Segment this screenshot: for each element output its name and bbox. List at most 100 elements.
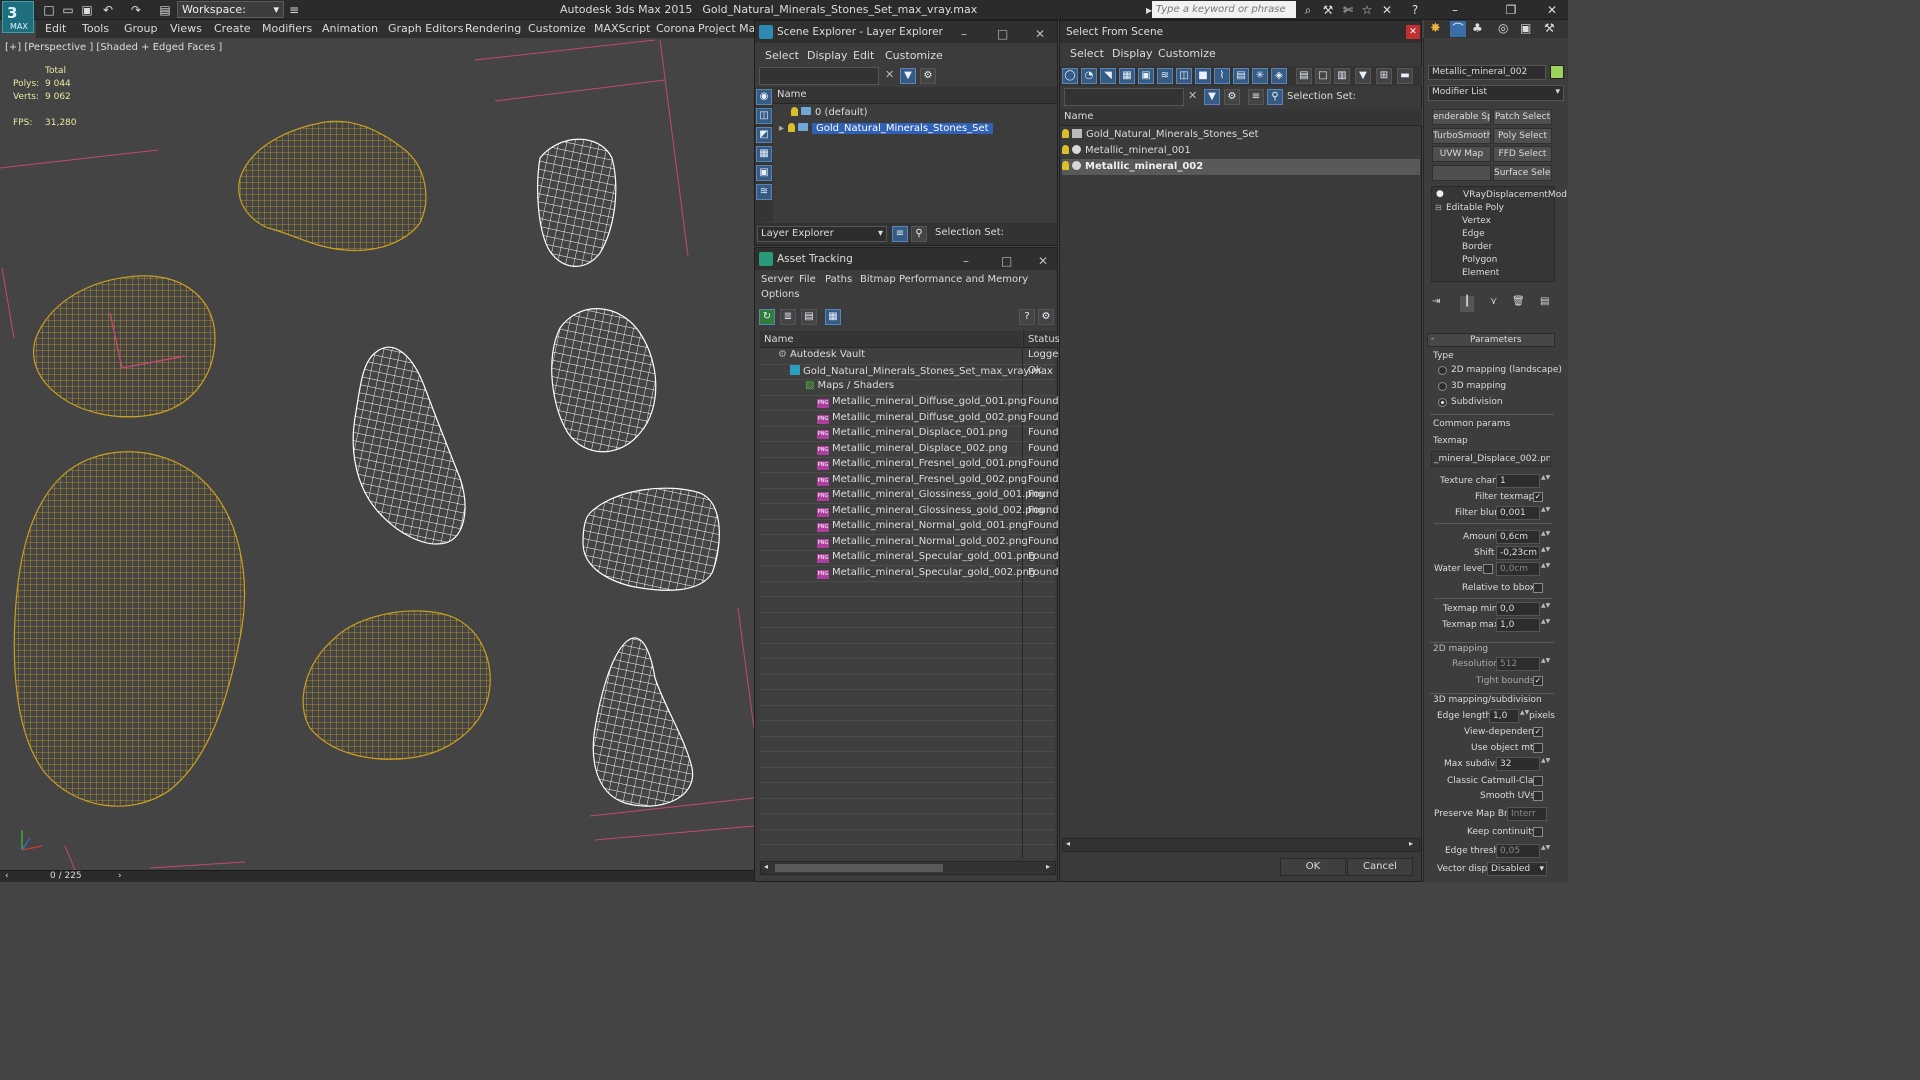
lights-filter-icon[interactable]: ◥ xyxy=(1100,68,1116,84)
se-layer-stones-set[interactable]: ▸ Gold_Natural_Minerals_Stones_Set xyxy=(779,121,1055,137)
se-layer-default[interactable]: 0 (default) xyxy=(791,105,1053,121)
vector-displ-dropdown[interactable]: Disabled ▾ xyxy=(1487,862,1547,876)
grid-view-icon[interactable]: ▦ xyxy=(825,309,841,325)
radio-3d-mapping[interactable] xyxy=(1438,382,1447,391)
se-menu-edit[interactable]: Edit xyxy=(853,49,874,62)
lightbulb-icon[interactable] xyxy=(1062,145,1069,154)
menu-modifiers[interactable]: Modifiers xyxy=(262,22,312,35)
sfs-options-icon[interactable]: ⚙ xyxy=(1224,89,1240,105)
utilities-tab-icon[interactable]: ⚒ xyxy=(1544,21,1555,35)
gold-stone-2[interactable] xyxy=(32,275,216,418)
preserve-map-dropdown[interactable]: Interr xyxy=(1507,807,1547,821)
refresh-icon[interactable]: ↻ xyxy=(759,309,775,325)
se-display-all-icon[interactable]: ◉ xyxy=(756,89,772,105)
water-level-field[interactable]: 0,0cm xyxy=(1496,562,1540,576)
sfs-row-stones-set[interactable]: Gold_Natural_Minerals_Stones_Set xyxy=(1062,127,1420,143)
texmap-min-spinner[interactable]: ▲▼ xyxy=(1541,602,1550,616)
sfs-clear-icon[interactable]: ✕ xyxy=(1188,89,1197,102)
se-menu-display[interactable]: Display xyxy=(807,49,848,62)
se-menu-select[interactable]: Select xyxy=(765,49,799,62)
tools-icon[interactable]: ✄ xyxy=(1339,2,1357,18)
perspective-viewport[interactable]: [+] [Perspective ] [Shaded + Edged Faces… xyxy=(0,38,754,870)
sfs-menu-display[interactable]: Display xyxy=(1112,47,1153,60)
modifier-button-surface-select[interactable]: Surface Select xyxy=(1493,165,1552,181)
se-shapes-icon[interactable]: ◩ xyxy=(756,127,772,143)
lightbulb-icon[interactable] xyxy=(788,123,796,132)
spacewarps-filter-icon[interactable]: ≋ xyxy=(1157,68,1173,84)
open-file-icon[interactable]: ▭ xyxy=(59,2,77,18)
asset-row-map[interactable]: PNG Metallic_mineral_Diffuse_gold_002.png xyxy=(817,412,1027,424)
relative-bbox-checkbox[interactable] xyxy=(1533,583,1543,593)
asset-row-vault[interactable]: ⚙ Autodesk Vault xyxy=(778,349,865,360)
shift-field[interactable]: -0,23cm xyxy=(1496,546,1540,560)
lightbulb-icon[interactable] xyxy=(791,107,798,116)
white-stone-2[interactable] xyxy=(551,308,657,453)
maximize-icon[interactable]: □ xyxy=(997,23,1008,45)
se-cameras-icon[interactable]: ▣ xyxy=(756,165,772,181)
white-stone-5[interactable] xyxy=(592,637,694,807)
at-menu-server[interactable]: Server xyxy=(761,274,794,285)
se-menu-customize[interactable]: Customize xyxy=(885,49,943,62)
geometry-filter-icon[interactable]: ◯ xyxy=(1062,68,1078,84)
asset-row-map[interactable]: PNG Metallic_mineral_Diffuse_gold_001.png xyxy=(817,396,1027,408)
resolution-field[interactable]: 512 xyxy=(1496,657,1540,671)
xrefs-filter-icon[interactable]: ■ xyxy=(1195,68,1211,84)
minimize-icon[interactable]: – xyxy=(1446,2,1464,18)
tight-bounds-checkbox[interactable]: ✓ xyxy=(1533,676,1543,686)
close-icon[interactable]: ✕ xyxy=(1038,250,1048,272)
sfs-row-mineral-002[interactable]: Metallic_mineral_002 xyxy=(1062,159,1420,175)
white-stone-1[interactable] xyxy=(537,138,617,267)
show-end-result-icon[interactable]: ┃ xyxy=(1460,296,1474,312)
menu-animation[interactable]: Animation xyxy=(322,22,378,35)
containers-filter-icon[interactable]: ▤ xyxy=(1233,68,1249,84)
wrench-icon[interactable]: ⚒ xyxy=(1319,2,1337,18)
stack-item-border[interactable]: Border xyxy=(1462,242,1492,252)
binoculars-icon[interactable]: ⌕ xyxy=(1299,2,1317,18)
classic-catmull-checkbox[interactable] xyxy=(1533,776,1543,786)
se-lights-icon[interactable]: ▦ xyxy=(756,146,772,162)
se-options-icon[interactable]: ⚙ xyxy=(920,68,936,84)
make-unique-icon[interactable]: ⋎ xyxy=(1490,296,1497,307)
stack-item-polygon[interactable]: Polygon xyxy=(1462,255,1497,265)
sfs-layers-icon[interactable]: ≡ xyxy=(1248,89,1264,105)
menu-corona[interactable]: Corona xyxy=(656,22,695,35)
menu-graph-editors[interactable]: Graph Editors xyxy=(388,22,464,35)
remove-modifier-icon[interactable]: 🗑 xyxy=(1512,296,1525,307)
object-name-field[interactable]: Metallic_mineral_002 xyxy=(1428,65,1546,80)
undo-icon[interactable]: ↶ xyxy=(99,2,117,18)
select-all-icon[interactable]: ▤ xyxy=(1296,68,1312,84)
minimize-icon[interactable]: – xyxy=(961,23,967,45)
resolution-spinner[interactable]: ▲▼ xyxy=(1541,657,1550,671)
gold-stone-4[interactable] xyxy=(302,610,491,760)
list-view-icon[interactable]: ≣ xyxy=(780,309,796,325)
help-icon[interactable]: ? xyxy=(1406,2,1424,18)
workspace-menu-icon[interactable]: ≡ xyxy=(285,2,303,18)
favorites-star-icon[interactable]: ☆ xyxy=(1358,2,1376,18)
stack-item-element[interactable]: Element xyxy=(1462,268,1499,278)
modifier-list-dropdown[interactable]: Modifier List ▾ xyxy=(1428,85,1564,101)
shapes-filter-icon[interactable]: ◔ xyxy=(1081,68,1097,84)
pin-stack-icon[interactable]: ⇥ xyxy=(1432,296,1440,307)
stack-item-edge[interactable]: Edge xyxy=(1462,229,1485,239)
app-logo-icon[interactable]: 3 MAX xyxy=(2,1,34,33)
scroll-right-icon[interactable]: ▸ xyxy=(1046,862,1050,871)
hierarchy-tab-icon[interactable]: ♣ xyxy=(1472,21,1483,35)
asset-row-map[interactable]: PNG Metallic_mineral_Normal_gold_002.png xyxy=(817,536,1028,548)
restore-icon[interactable]: ❐ xyxy=(1502,2,1520,18)
asset-row-map[interactable]: PNG Metallic_mineral_Fresnel_gold_002.png xyxy=(817,474,1027,486)
ok-button[interactable]: OK xyxy=(1280,858,1346,876)
modifier-button-patch-select[interactable]: Patch Select xyxy=(1493,109,1552,125)
create-tab-icon[interactable]: ✸ xyxy=(1430,21,1441,36)
edge-thresh-spinner[interactable]: ▲▼ xyxy=(1541,844,1550,858)
edge-thresh-field[interactable]: 0,05 xyxy=(1496,844,1540,858)
at-settings-icon[interactable]: ⚙ xyxy=(1038,309,1054,325)
modifier-button-poly-select[interactable]: Poly Select xyxy=(1493,128,1552,144)
collapse-icon[interactable]: ▬ xyxy=(1397,68,1413,84)
menu-create[interactable]: Create xyxy=(214,22,251,35)
at-menu-file[interactable]: File xyxy=(799,274,816,285)
water-level-spinner[interactable]: ▲▼ xyxy=(1541,562,1550,576)
modifier-button-uvw-map[interactable]: UVW Map xyxy=(1432,146,1491,162)
stack-item-vertex[interactable]: Vertex xyxy=(1462,216,1491,226)
sfs-col-name[interactable]: Name xyxy=(1060,109,1422,126)
workspace-dropdown[interactable]: Workspace: Default▾ xyxy=(177,1,284,31)
